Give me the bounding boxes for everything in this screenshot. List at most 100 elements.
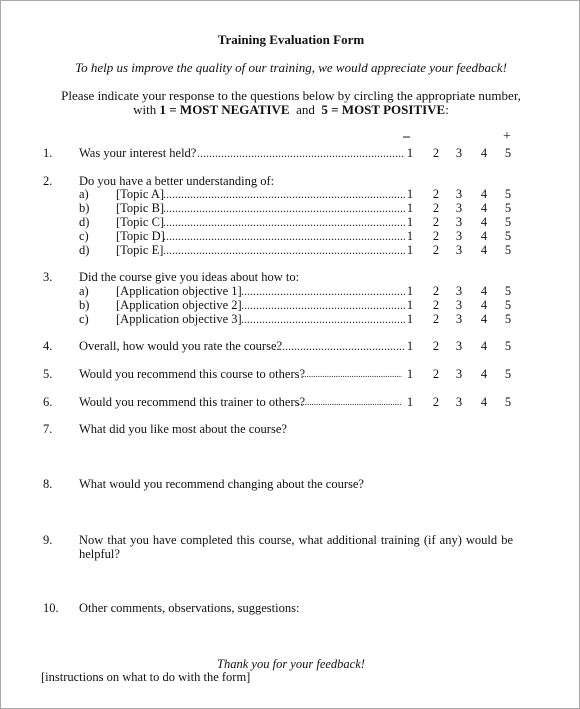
question-text: Do you have a better understanding of: [79,174,275,188]
question-7-row: 7. What did you like most about the cour… [1,422,580,436]
rating-3[interactable]: 3 [454,146,464,160]
rating-5[interactable]: 5 [503,395,513,409]
rating-1[interactable]: 1 [405,298,415,312]
question-2e-row: d) [Topic E] ...........................… [1,243,580,257]
rating-1[interactable]: 1 [405,395,415,409]
rating-1[interactable]: 1 [405,215,415,229]
question-text: What would you recommend changing about … [79,477,364,491]
rating-1[interactable]: 1 [405,201,415,215]
dot-leader: ........................................… [163,243,405,257]
question-2b-row: b) [Topic B] ...........................… [1,201,580,215]
rating-4[interactable]: 4 [479,146,489,160]
rating-5[interactable]: 5 [503,312,513,326]
rating-4[interactable]: 4 [479,312,489,326]
rating-2[interactable]: 2 [431,312,441,326]
rating-5[interactable]: 5 [503,367,513,381]
rating-5[interactable]: 5 [503,187,513,201]
rating-3[interactable]: 3 [454,367,464,381]
item-text: [Topic D] [116,229,165,243]
item-text: [Topic C] [116,215,165,229]
rating-1[interactable]: 1 [405,339,415,353]
question-number: 7. [43,422,53,436]
rating-3[interactable]: 3 [454,312,464,326]
instruction-line-2: with 1 = MOST NEGATIVE and 5 = MOST POSI… [1,102,580,118]
rating-4[interactable]: 4 [479,284,489,298]
instruction-colon: : [445,102,449,117]
rating-1[interactable]: 1 [405,243,415,257]
rating-4[interactable]: 4 [479,243,489,257]
rating-2[interactable]: 2 [431,339,441,353]
rating-3[interactable]: 3 [454,187,464,201]
question-text: Other comments, observations, suggestion… [79,601,300,615]
question-number: 8. [43,477,53,491]
rating-2[interactable]: 2 [431,298,441,312]
rating-5[interactable]: 5 [503,201,513,215]
rating-1[interactable]: 1 [405,187,415,201]
scale-negative-label: 1 = MOST NEGATIVE [159,102,290,117]
question-number: 9. [43,533,53,547]
rating-5[interactable]: 5 [503,229,513,243]
question-text: Overall, how would you rate the course? [79,339,283,353]
scale-minus-symbol: – [403,129,410,144]
rating-5[interactable]: 5 [503,298,513,312]
item-text: [Topic E] [116,243,164,257]
item-text: [Application objective 2] [116,298,242,312]
rating-4[interactable]: 4 [479,215,489,229]
form-instructions-placeholder: [instructions on what to do with the for… [41,670,251,684]
rating-4[interactable]: 4 [479,201,489,215]
question-8-row: 8. What would you recommend changing abo… [1,477,580,491]
rating-2[interactable]: 2 [431,367,441,381]
rating-2[interactable]: 2 [431,243,441,257]
rating-2[interactable]: 2 [431,215,441,229]
rating-4[interactable]: 4 [479,339,489,353]
rating-3[interactable]: 3 [454,243,464,257]
rating-4[interactable]: 4 [479,367,489,381]
rating-2[interactable]: 2 [431,229,441,243]
rating-1[interactable]: 1 [405,146,415,160]
rating-5[interactable]: 5 [503,146,513,160]
instruction-and: and [296,102,315,117]
dot-leader: ........................................… [241,284,405,298]
rating-2[interactable]: 2 [431,187,441,201]
dot-leader: ........................................… [241,312,405,326]
question-number: 10. [43,601,59,615]
rating-3[interactable]: 3 [454,339,464,353]
question-4-row: 4. Overall, how would you rate the cours… [1,339,580,353]
dot-leader: ........................................… [197,146,405,160]
question-3-row: 3. Did the course give you ideas about h… [1,270,580,284]
rating-4[interactable]: 4 [479,395,489,409]
rating-3[interactable]: 3 [454,395,464,409]
rating-3[interactable]: 3 [454,298,464,312]
rating-3[interactable]: 3 [454,284,464,298]
rating-2[interactable]: 2 [431,284,441,298]
rating-3[interactable]: 3 [454,215,464,229]
rating-1[interactable]: 1 [405,229,415,243]
item-text: [Application objective 3] [116,312,242,326]
question-number: 3. [43,270,53,284]
rating-5[interactable]: 5 [503,243,513,257]
rating-5[interactable]: 5 [503,284,513,298]
rating-1[interactable]: 1 [405,312,415,326]
question-text: Would you recommend this trainer to othe… [79,395,306,409]
dot-leader: ........................................… [241,298,405,312]
rating-1[interactable]: 1 [405,367,415,381]
rating-5[interactable]: 5 [503,215,513,229]
rating-2[interactable]: 2 [431,395,441,409]
rating-4[interactable]: 4 [479,298,489,312]
rating-2[interactable]: 2 [431,146,441,160]
rating-5[interactable]: 5 [503,339,513,353]
item-letter: d) [79,215,90,229]
rating-3[interactable]: 3 [454,229,464,243]
rating-2[interactable]: 2 [431,201,441,215]
item-text: [Application objective 1] [116,284,242,298]
rating-4[interactable]: 4 [479,229,489,243]
dot-leader: ........................................… [163,229,405,243]
question-number: 4. [43,339,53,353]
question-3a-row: a) [Application objective 1] ...........… [1,284,580,298]
rating-1[interactable]: 1 [405,284,415,298]
rating-4[interactable]: 4 [479,187,489,201]
instruction-with: with [133,102,157,117]
rating-3[interactable]: 3 [454,201,464,215]
item-letter: a) [79,284,89,298]
question-2a-row: a) [Topic A] ...........................… [1,187,580,201]
